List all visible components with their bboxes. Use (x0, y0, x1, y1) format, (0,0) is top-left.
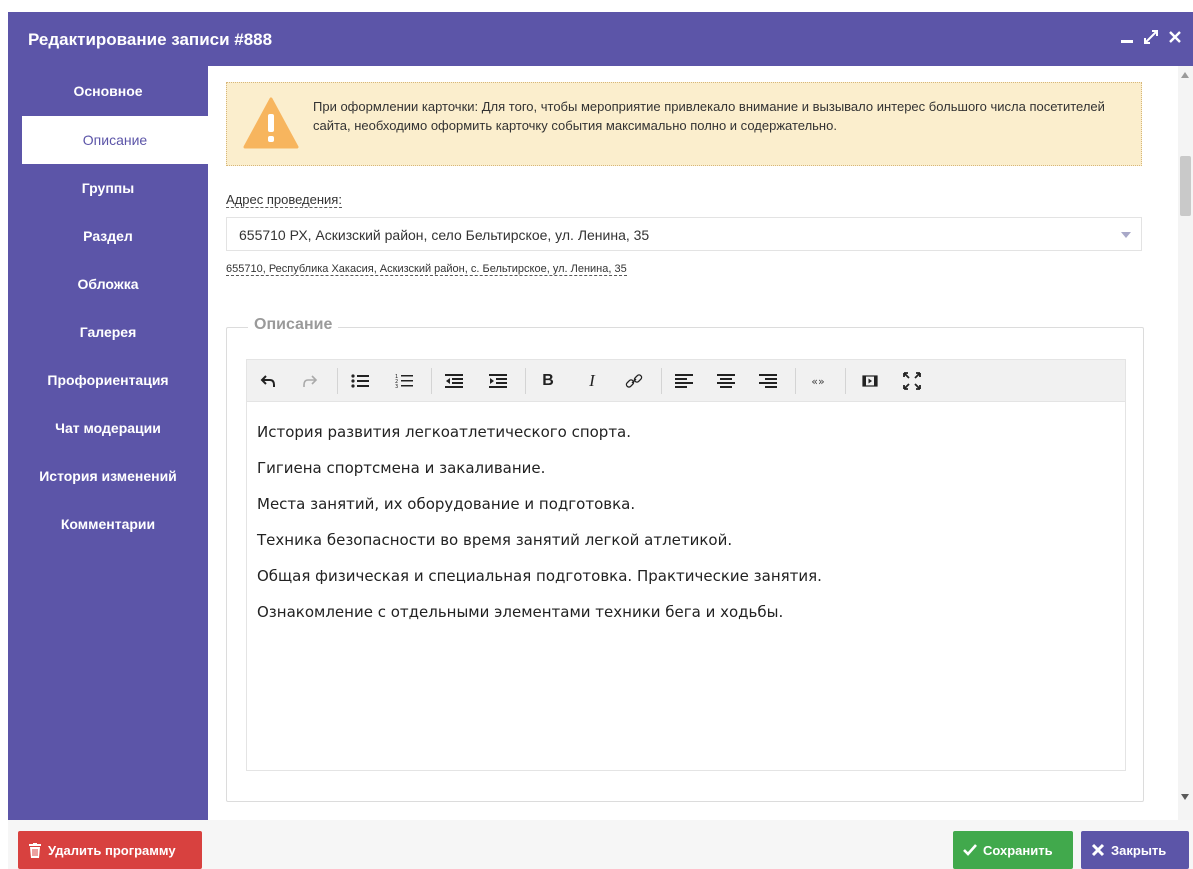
content-scrollbar[interactable] (1178, 66, 1193, 820)
align-left-icon[interactable] (671, 368, 697, 394)
address-value: 655710 РХ, Аскизский район, село Бельтир… (239, 227, 650, 243)
editor-paragraph: История развития легкоатлетического спор… (257, 423, 632, 441)
delete-program-button[interactable]: Удалить программу (18, 831, 202, 869)
save-label: Сохранить (983, 842, 1053, 858)
sidebar-nav: Основное Описание Группы Раздел Обложка … (8, 66, 208, 820)
undo-icon[interactable] (255, 368, 281, 394)
editor-paragraph: Места занятий, их оборудование и подгото… (257, 495, 636, 513)
editor-content[interactable]: История развития легкоатлетического спор… (247, 402, 1125, 770)
warning-triangle-icon (243, 95, 299, 151)
sidebar-item-career-guidance[interactable]: Профориентация (8, 356, 208, 404)
rich-text-editor: 123 B I «» История развития легкоатлетич… (246, 359, 1126, 771)
align-right-icon[interactable] (755, 368, 781, 394)
media-icon[interactable] (857, 368, 883, 394)
scrollbar-thumb[interactable] (1180, 156, 1191, 216)
italic-icon[interactable]: I (579, 368, 605, 394)
warning-text: При оформлении карточки: Для того, чтобы… (313, 99, 1105, 133)
maximize-icon[interactable] (1141, 26, 1161, 48)
editor-paragraph: Общая физическая и специальная подготовк… (257, 567, 822, 585)
redo-icon[interactable] (297, 368, 323, 394)
content-panel: При оформлении карточки: Для того, чтобы… (208, 66, 1193, 820)
sidebar-item-moderation-chat[interactable]: Чат модерации (8, 404, 208, 452)
numbered-list-icon[interactable]: 123 (391, 368, 417, 394)
chevron-down-icon (1121, 232, 1131, 238)
sidebar-item-gallery[interactable]: Галерея (8, 308, 208, 356)
edit-dialog: Редактирование записи #888 Основное Опис… (8, 12, 1193, 869)
close-window-icon[interactable] (1165, 26, 1185, 48)
dialog-title: Редактирование записи #888 (28, 30, 273, 49)
close-label: Закрыть (1111, 842, 1167, 858)
align-center-icon[interactable] (713, 368, 739, 394)
sidebar-item-comments[interactable]: Комментарии (8, 500, 208, 548)
editor-toolbar: 123 B I «» (247, 360, 1125, 402)
sidebar-item-basic[interactable]: Основное (8, 66, 208, 116)
bullet-list-icon[interactable] (347, 368, 373, 394)
close-button[interactable]: Закрыть (1081, 831, 1189, 869)
editor-paragraph: Ознакомление с отдельными элементами тех… (257, 603, 784, 621)
window-controls (1117, 26, 1185, 48)
link-icon[interactable] (621, 368, 647, 394)
scroll-down-arrow-icon[interactable] (1181, 794, 1189, 800)
fullscreen-icon[interactable] (899, 368, 925, 394)
editor-paragraph: Гигиена спортсмена и закаливание. (257, 459, 546, 477)
editor-paragraph: Техника безопасности во время занятий ле… (257, 531, 733, 549)
scroll-up-arrow-icon[interactable] (1181, 72, 1189, 78)
outdent-icon[interactable] (441, 368, 467, 394)
sidebar-item-change-history[interactable]: История изменений (8, 452, 208, 500)
warning-alert: При оформлении карточки: Для того, чтобы… (226, 82, 1142, 166)
svg-text:3: 3 (395, 384, 398, 389)
close-icon (1091, 843, 1105, 857)
sidebar-item-groups[interactable]: Группы (8, 164, 208, 212)
delete-program-label: Удалить программу (48, 842, 176, 858)
save-button[interactable]: Сохранить (953, 831, 1073, 869)
blockquote-icon[interactable]: «» (805, 368, 831, 394)
indent-icon[interactable] (485, 368, 511, 394)
sidebar-item-section[interactable]: Раздел (8, 212, 208, 260)
address-hint[interactable]: 655710, Республика Хакасия, Аскизский ра… (226, 263, 627, 276)
address-select[interactable]: 655710 РХ, Аскизский район, село Бельтир… (226, 217, 1142, 251)
sidebar-item-description[interactable]: Описание (22, 116, 208, 164)
dialog-footer: Удалить программу Сохранить Закрыть (8, 820, 1193, 869)
trash-icon (29, 842, 41, 858)
address-label: Адрес проведения: (226, 192, 342, 208)
check-icon (963, 844, 977, 856)
bold-icon[interactable]: B (535, 368, 561, 394)
minimize-icon[interactable] (1117, 26, 1137, 48)
description-legend: Описание (248, 316, 339, 334)
dialog-titlebar: Редактирование записи #888 (8, 12, 1193, 66)
sidebar-item-cover[interactable]: Обложка (8, 260, 208, 308)
